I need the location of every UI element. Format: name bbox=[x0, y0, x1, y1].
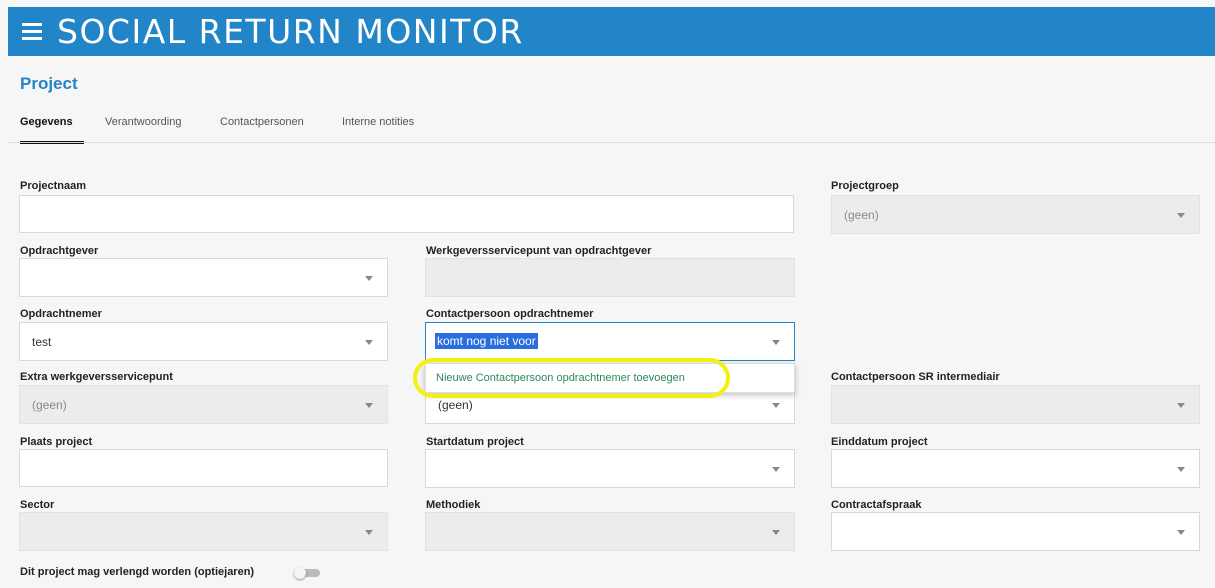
startdatum-project-label: Startdatum project bbox=[426, 436, 524, 448]
einddatum-project-select[interactable] bbox=[831, 449, 1200, 488]
extra-werkgeversservicepunt-label: Extra werkgeversservicepunt bbox=[20, 371, 173, 383]
startdatum-project-select[interactable] bbox=[425, 449, 795, 488]
add-contactpersoon-option[interactable]: Nieuwe Contactpersoon opdrachtnemer toev… bbox=[436, 372, 685, 384]
contactpersoon-sr-intermediair-select[interactable] bbox=[831, 385, 1200, 424]
extra-werkgeversservicepunt-select[interactable]: (geen) bbox=[19, 385, 388, 424]
sector-label: Sector bbox=[20, 499, 55, 511]
contractafspraak-select[interactable] bbox=[831, 512, 1200, 551]
chevron-down-icon bbox=[1177, 402, 1185, 408]
verlengd-label: Dit project mag verlengd worden (optieja… bbox=[20, 566, 255, 578]
chevron-down-icon bbox=[365, 275, 373, 281]
chevron-down-icon bbox=[1177, 529, 1185, 535]
methodiek-label: Methodiek bbox=[426, 499, 481, 511]
chevron-down-icon bbox=[365, 402, 373, 408]
contactpersoon-opdrachtnemer-label: Contactpersoon opdrachtnemer bbox=[426, 308, 594, 320]
chevron-down-icon bbox=[772, 529, 780, 535]
projectnaam-input[interactable] bbox=[19, 195, 794, 233]
contactpersoon-dropdown-menu: Nieuwe Contactpersoon opdrachtnemer toev… bbox=[425, 363, 795, 393]
opdrachtnemer-select[interactable]: test bbox=[19, 322, 388, 361]
projectgroep-select[interactable]: (geen) bbox=[831, 195, 1200, 234]
projectnaam-label: Projectnaam bbox=[20, 180, 87, 192]
menu-icon[interactable] bbox=[22, 22, 42, 42]
chevron-down-icon bbox=[365, 339, 373, 345]
projectgroep-label: Projectgroep bbox=[831, 180, 899, 192]
app-header: SOCIAL RETURN MONITOR bbox=[8, 7, 1215, 56]
werkgeversservicepunt-opdrachtgever-field bbox=[425, 258, 795, 297]
contractafspraak-label: Contractafspraak bbox=[831, 499, 922, 511]
tabs-divider bbox=[8, 142, 1215, 143]
page-title: Project bbox=[20, 74, 78, 93]
verlengd-toggle[interactable] bbox=[294, 567, 324, 579]
contactpersoon-sr-intermediair-label: Contactpersoon SR intermediair bbox=[831, 371, 1000, 383]
contactpersoon-opdrachtnemer-select[interactable]: komt nog niet voor bbox=[425, 322, 795, 361]
chevron-down-icon bbox=[772, 339, 780, 345]
methodiek-select[interactable] bbox=[425, 512, 795, 551]
tab-contactpersonen[interactable]: Contactpersonen bbox=[220, 116, 304, 128]
einddatum-project-label: Einddatum project bbox=[831, 436, 928, 448]
plaats-project-input[interactable] bbox=[19, 449, 388, 487]
chevron-down-icon bbox=[1177, 466, 1185, 472]
opdrachtnemer-label: Opdrachtnemer bbox=[20, 308, 102, 320]
opdrachtgever-label: Opdrachtgever bbox=[20, 245, 99, 257]
tab-gegevens[interactable]: Gegevens bbox=[20, 116, 73, 128]
toggle-knob bbox=[294, 567, 306, 579]
contactpersoon-opdrachtnemer-input-text[interactable]: komt nog niet voor bbox=[435, 333, 538, 349]
sector-select[interactable] bbox=[19, 512, 388, 551]
app-title: SOCIAL RETURN MONITOR bbox=[57, 12, 524, 51]
chevron-down-icon bbox=[772, 466, 780, 472]
werkgeversservicepunt-opdrachtgever-label: Werkgeversservicepunt van opdrachtgever bbox=[426, 245, 652, 257]
chevron-down-icon bbox=[772, 402, 780, 408]
plaats-project-label: Plaats project bbox=[20, 436, 93, 448]
chevron-down-icon bbox=[365, 529, 373, 535]
tab-verantwoording[interactable]: Verantwoording bbox=[105, 116, 181, 128]
tab-interne-notities[interactable]: Interne notities bbox=[342, 116, 414, 128]
chevron-down-icon bbox=[1177, 212, 1185, 218]
opdrachtgever-select[interactable] bbox=[19, 258, 388, 297]
